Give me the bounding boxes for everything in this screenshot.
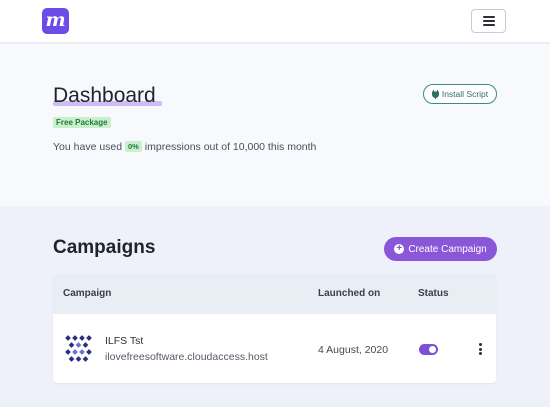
page-title: Dashboard [53,84,156,107]
create-campaign-label: Create Campaign [408,243,487,255]
install-script-button[interactable]: Install Script [423,84,497,104]
campaigns-table: Campaign Launched on Status ILFS Tst ilo… [53,274,496,383]
column-header-campaign: Campaign [63,288,112,299]
app-logo[interactable]: m [42,8,69,34]
column-header-launched-on: Launched on [318,288,381,299]
install-script-label: Install Script [441,89,489,99]
menu-toggle-button[interactable] [471,9,506,33]
hamburger-icon [482,16,495,26]
table-row[interactable]: ILFS Tst ilovefreesoftware.cloudaccess.h… [53,315,496,383]
usage-text: You have used 0% impressions out of 10,0… [53,140,316,154]
package-badge: Free Package [53,117,111,128]
campaign-thumbnail [65,335,92,362]
create-campaign-button[interactable]: + Create Campaign [384,237,497,261]
column-header-status: Status [418,288,449,299]
usage-prefix: You have used [53,141,123,153]
usage-percent-badge: 0% [125,141,142,152]
campaign-site: ilovefreesoftware.cloudaccess.host [105,351,268,363]
top-navbar: m [0,0,550,43]
table-header: Campaign Launched on Status [53,274,496,314]
plug-icon [431,89,439,99]
campaign-launch-date: 4 August, 2020 [318,344,389,356]
usage-suffix: impressions out of 10,000 this month [144,141,317,153]
more-options-icon[interactable] [478,343,482,355]
plus-circle-icon: + [394,244,405,254]
campaigns-title: Campaigns [53,237,156,258]
campaign-name[interactable]: ILFS Tst [105,335,143,347]
campaign-status-toggle[interactable] [419,344,438,355]
logo-letter: m [45,8,66,31]
